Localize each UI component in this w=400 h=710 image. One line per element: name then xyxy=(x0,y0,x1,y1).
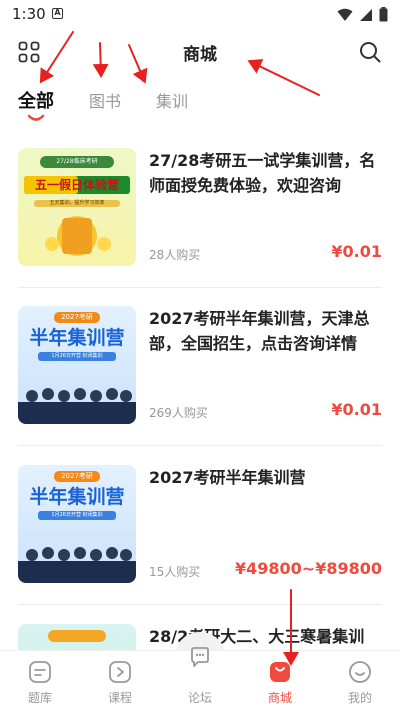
thumbnail-art xyxy=(18,312,136,424)
signal-icon xyxy=(360,8,372,21)
product-thumbnail: 2027考研 半年集训营 1月26日开营 封闭集训 xyxy=(18,306,136,424)
product-title: 2027考研半年集训营 xyxy=(149,468,306,487)
product-card[interactable]: 2027考研 半年集训营 1月26日开营 封闭集训 2027考研半年集训营 15… xyxy=(18,465,382,585)
product-card[interactable]: 27/28临床考研 五一假日体验营 五天集训，提升学习效率 27/28考研五一试… xyxy=(18,148,382,268)
product-buyers: 15人购买 xyxy=(149,565,201,579)
tab-active-indicator xyxy=(27,114,45,121)
nav-item-courses[interactable]: 课程 xyxy=(80,651,160,710)
status-indicators xyxy=(337,7,388,22)
product-buyers: 269人购买 xyxy=(149,406,208,420)
nav-label: 题库 xyxy=(27,691,52,705)
search-icon[interactable] xyxy=(358,40,382,64)
thumbnail-heading: 五一假日体验营 xyxy=(34,178,119,192)
product-thumbnail: 2027考研 半年集训营 1月26日开营 封闭集训 xyxy=(18,465,136,583)
battery-icon xyxy=(379,7,388,22)
product-price: ¥0.01 xyxy=(331,400,382,419)
nav-label: 论坛 xyxy=(187,691,212,705)
nav-label: 课程 xyxy=(107,691,132,705)
product-price: ¥0.01 xyxy=(331,242,382,261)
nav-label: 商城 xyxy=(267,691,292,705)
thumbnail-subtitle: 五天集训，提升学习效率 xyxy=(49,200,105,206)
thumbnail-heading: 半年集训营 xyxy=(29,486,125,508)
tab-all[interactable]: 全部 xyxy=(18,87,54,113)
product-buyers: 28人购买 xyxy=(149,248,201,262)
product-card[interactable]: 2027考研 半年集训营 1月26日开营 封闭集训 2027考研半年集训营，天津… xyxy=(18,306,382,426)
status-bar: 1:30 A xyxy=(0,0,400,28)
shop-bag-icon xyxy=(270,662,290,682)
thumbnail-art xyxy=(18,471,136,583)
question-bank-icon xyxy=(29,661,51,683)
divider xyxy=(18,287,382,288)
product-title: 27/28考研五一试学集训营，名师面授免费体验，欢迎咨询 xyxy=(149,151,376,195)
tab-training[interactable]: 集训 xyxy=(156,88,188,112)
product-thumbnail: 27/28临床考研 五一假日体验营 五天集训，提升学习效率 xyxy=(18,148,136,266)
chat-bubble-icon xyxy=(191,647,209,667)
thumbnail-tag: 2027考研 xyxy=(61,313,93,321)
status-time: 1:30 xyxy=(12,5,46,23)
notification-icon: A xyxy=(52,8,63,19)
wifi-icon xyxy=(337,8,353,21)
nav-label: 我的 xyxy=(347,691,372,705)
thumbnail-tag: 27/28临床考研 xyxy=(56,158,98,165)
tab-books[interactable]: 图书 xyxy=(89,88,121,112)
bottom-navigation: 题库 课程 论坛 商城 我的 xyxy=(0,647,400,710)
product-title: 2027考研半年集训营，天津总部，全国招生，点击咨询详情 xyxy=(149,309,370,353)
thumbnail-subtitle: 1月26日开营 封闭集训 xyxy=(51,353,103,359)
thumbnail-subtitle: 1月26日开营 封闭集训 xyxy=(51,512,103,518)
thumbnail-tag: 2027考研 xyxy=(61,472,93,480)
page-title: 商城 xyxy=(183,45,217,65)
thumbnail-heading: 半年集训营 xyxy=(29,327,125,349)
divider xyxy=(18,445,382,446)
nav-item-forum[interactable]: 论坛 xyxy=(160,647,240,710)
profile-smile-icon xyxy=(349,661,371,683)
category-tabs: 全部 图书 集训 xyxy=(0,80,400,124)
nav-item-question-bank[interactable]: 题库 xyxy=(0,651,80,710)
nav-item-profile[interactable]: 我的 xyxy=(320,651,400,710)
divider xyxy=(18,604,382,605)
product-price: ¥49800~¥89800 xyxy=(235,559,382,578)
play-course-icon xyxy=(109,661,131,683)
nav-item-shop[interactable]: 商城 xyxy=(240,651,320,710)
app-header: 商城 xyxy=(0,28,400,76)
